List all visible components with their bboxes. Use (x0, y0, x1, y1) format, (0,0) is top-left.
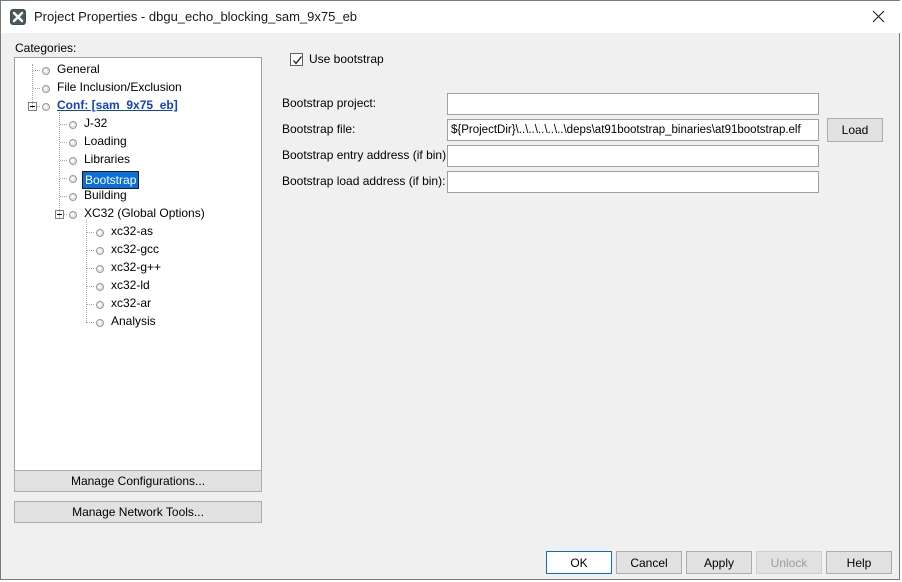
field-label-2: Bootstrap entry address (if bin): (282, 148, 450, 162)
tree-connector (33, 88, 40, 90)
tree-item-loading[interactable]: Loading (82, 134, 129, 148)
form-row: Bootstrap load address (if bin): (282, 171, 887, 193)
ok-button[interactable]: OK (546, 551, 612, 574)
tree-connector (87, 304, 94, 306)
help-button[interactable]: Help (826, 551, 892, 574)
tree-guide-line (32, 64, 34, 108)
tree-node-icon (96, 283, 104, 291)
bootstrap-project-input[interactable] (447, 93, 819, 115)
tree-item-conf-sam-9x75-eb[interactable]: Conf: [sam_9x75_eb] (55, 98, 180, 112)
field-label-1: Bootstrap file: (282, 122, 356, 136)
categories-tree[interactable]: General File Inclusion/Exclusion Conf: [sa… (14, 57, 262, 481)
tree-connector (87, 250, 94, 252)
tree-item-xc32-ar[interactable]: xc32-ar (109, 296, 153, 310)
window-title: Project Properties - dbgu_echo_blocking_… (34, 9, 358, 24)
cancel-button[interactable]: Cancel (616, 551, 682, 574)
tree-node-icon (42, 67, 50, 75)
tree-item-file-inclusion-exclusion[interactable]: File Inclusion/Exclusion (55, 80, 184, 94)
tree-item-xc32-ld[interactable]: xc32-ld (109, 278, 152, 292)
tree-item-xc32-gcc[interactable]: xc32-gcc (109, 242, 161, 256)
use-bootstrap-checkbox[interactable] (290, 52, 303, 66)
tree-node-icon (69, 193, 77, 201)
x-app-icon (9, 8, 27, 26)
tree-connector (60, 178, 67, 180)
tree-node-icon (96, 301, 104, 309)
tree-connector (33, 70, 40, 72)
unlock-button: Unlock (756, 551, 822, 574)
load-button[interactable]: Load (827, 118, 883, 142)
bootstrap-entry-address-input[interactable] (447, 145, 819, 167)
form-row: Bootstrap file: ${ProjectDir}\..\..\..\..… (282, 119, 887, 141)
bootstrap-load-address-input[interactable] (447, 171, 819, 193)
tree-guide-line (86, 220, 88, 323)
form-row: Bootstrap entry address (if bin): (282, 145, 887, 167)
tree-item-building[interactable]: Building (82, 188, 129, 202)
tree-connector (60, 160, 67, 162)
tree-node-icon (69, 211, 77, 219)
dialog-content: Categories: General File Inclusion/Exclus… (1, 33, 899, 579)
categories-label: Categories: (15, 41, 77, 55)
tree-connector (87, 322, 94, 324)
tree-node-icon (42, 103, 50, 111)
use-bootstrap-row[interactable]: Use bootstrap (290, 51, 384, 67)
use-bootstrap-label: Use bootstrap (309, 52, 384, 66)
tree-node-icon (96, 229, 104, 237)
manage-network-tools-button[interactable]: Manage Network Tools... (14, 501, 262, 523)
tree-node-icon (69, 139, 77, 147)
tree-node-icon (69, 157, 77, 165)
manage-configurations-button[interactable]: Manage Configurations... (14, 470, 262, 492)
apply-button[interactable]: Apply (686, 551, 752, 574)
tree-item-general[interactable]: General (55, 62, 102, 76)
tree-item-xc32-as[interactable]: xc32-as (109, 224, 155, 238)
tree-connector (87, 286, 94, 288)
tree-guide-line (59, 112, 61, 218)
project-properties-dialog: Project Properties - dbgu_echo_blocking_… (0, 0, 901, 580)
checkmark-icon (293, 55, 303, 65)
tree-connector (87, 268, 94, 270)
tree-item-bootstrap[interactable]: Bootstrap (82, 171, 140, 189)
close-icon[interactable] (855, 1, 901, 32)
title-bar: Project Properties - dbgu_echo_blocking_… (1, 1, 901, 33)
tree-connector (60, 124, 67, 126)
tree-item-libraries[interactable]: Libraries (82, 152, 132, 166)
bootstrap-file-input[interactable]: ${ProjectDir}\..\..\..\..\..\deps\at91bo… (447, 119, 819, 141)
field-label-3: Bootstrap load address (if bin): (282, 174, 446, 188)
tree-item-j-32[interactable]: J-32 (82, 116, 109, 130)
tree-node-icon (42, 85, 50, 93)
tree-node-icon (69, 175, 77, 183)
tree-node-icon (69, 121, 77, 129)
tree-connector (60, 142, 67, 144)
tree-item-xc32-g[interactable]: xc32-g++ (109, 260, 163, 274)
tree-node-icon (96, 247, 104, 255)
tree-node-icon (96, 319, 104, 327)
form-row: Bootstrap project: (282, 93, 887, 115)
tree-connector (60, 196, 67, 198)
field-label-0: Bootstrap project: (282, 96, 377, 110)
tree-item-analysis[interactable]: Analysis (109, 314, 158, 328)
tree-node-icon (96, 265, 104, 273)
tree-item-xc32-global-options[interactable]: XC32 (Global Options) (82, 206, 207, 220)
tree-connector (87, 232, 94, 234)
